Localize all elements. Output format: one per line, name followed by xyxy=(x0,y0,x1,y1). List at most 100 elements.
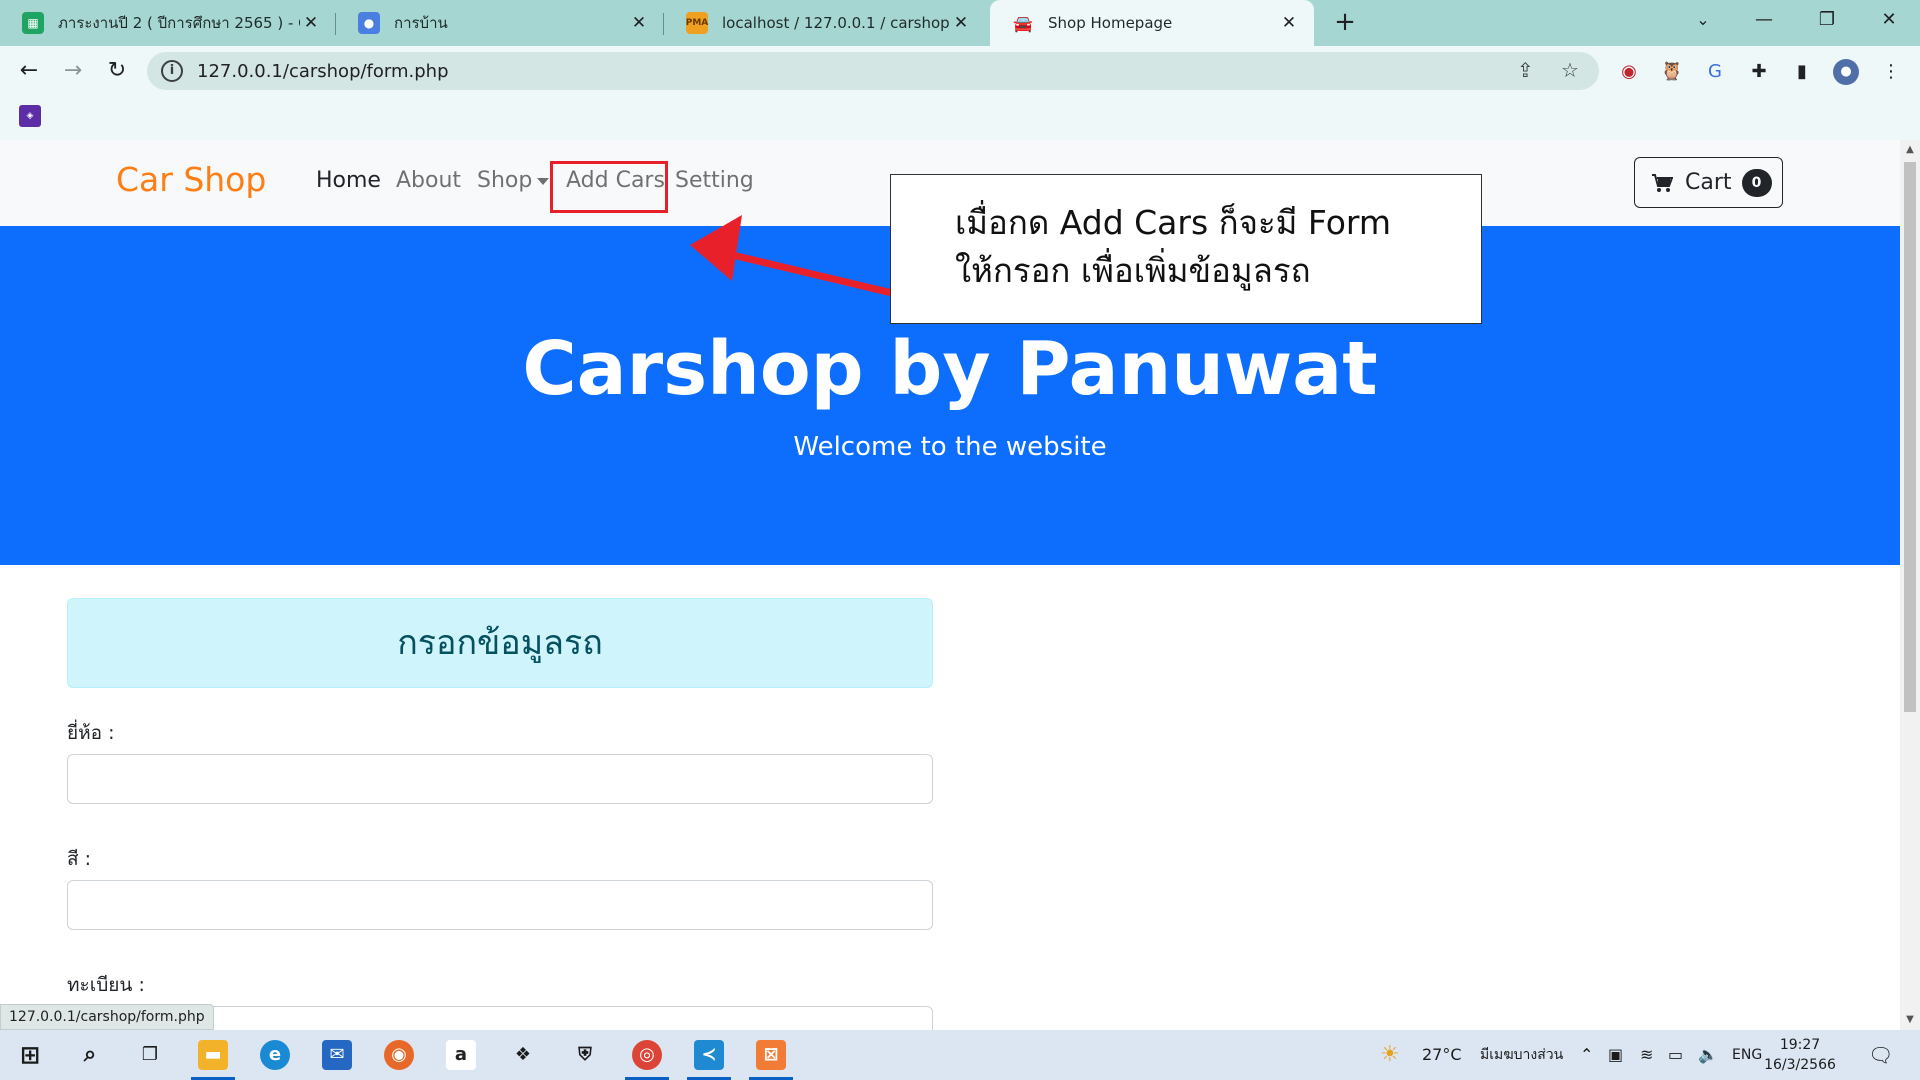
scroll-up-icon[interactable]: ▲ xyxy=(1904,144,1916,156)
clock-time: 19:27 xyxy=(1779,1037,1821,1053)
puzzle-icon[interactable]: ✚ xyxy=(1746,59,1772,85)
hero-title: Carshop by Panuwat xyxy=(522,326,1378,412)
bookmark-star-icon[interactable]: ☆ xyxy=(1561,58,1579,82)
tab-title: Shop Homepage xyxy=(1048,14,1173,32)
link-status-bar: 127.0.0.1/carshop/form.php xyxy=(0,1004,214,1030)
color-label: สี : xyxy=(67,848,92,870)
page-scrollbar[interactable]: ▲ ▼ xyxy=(1900,140,1920,1030)
taskbar-mail[interactable]: ✉ xyxy=(309,1030,365,1080)
page-viewport: Car Shop Home About Shop Add Cars Settin… xyxy=(0,140,1900,1030)
close-icon[interactable]: ✕ xyxy=(950,13,972,33)
wifi-icon[interactable]: ≋ xyxy=(1640,1030,1653,1080)
form-heading: กรอกข้อมูลรถ xyxy=(67,598,933,688)
browser-tab-strip: ▦ ภาระงานปี 2 ( ปีการศึกษา 2565 ) - Goog… xyxy=(0,0,1920,46)
forward-button[interactable]: → xyxy=(58,56,88,86)
brand-label: ยี่ห้อ : xyxy=(67,722,115,744)
amazon-icon: a xyxy=(446,1040,476,1070)
taskbar-dropbox[interactable]: ❖ xyxy=(495,1030,551,1080)
nav-setting[interactable]: Setting xyxy=(675,168,754,193)
cart-count-badge: 0 xyxy=(1741,168,1772,197)
nav-home[interactable]: Home xyxy=(316,168,381,193)
nav-shop-dropdown[interactable]: Shop xyxy=(477,168,550,193)
callout-line-2: ให้กรอก เพื่อเพิ่มข้อมูลรถ xyxy=(955,251,1311,290)
tab-title: ภาระงานปี 2 ( ปีการศึกษา 2565 ) - Goog xyxy=(58,14,300,32)
language-indicator[interactable]: ENG xyxy=(1732,1030,1762,1080)
tab-title: การบ้าน xyxy=(394,14,448,32)
weather-text[interactable]: มีเมฆบางส่วน xyxy=(1480,1030,1563,1080)
notification-icon[interactable]: 🗨 xyxy=(1868,1030,1893,1080)
brand-input[interactable] xyxy=(67,754,933,804)
taskbar-xampp[interactable]: ⊠ xyxy=(743,1030,799,1080)
cart-button[interactable]: Cart 0 xyxy=(1634,157,1783,208)
caret-down-icon xyxy=(537,177,550,185)
clock-date: 16/3/2566 xyxy=(1764,1057,1836,1073)
browser-tab-active[interactable]: 🚘 Shop Homepage ✕ xyxy=(990,0,1314,46)
phpmyadmin-icon: PMA xyxy=(686,12,708,34)
battery-icon[interactable]: ▭ xyxy=(1668,1030,1683,1080)
car-icon: 🚘 xyxy=(1013,13,1033,33)
taskbar-file-explorer[interactable]: ▬ xyxy=(185,1030,241,1080)
windows-taskbar: ⊞ ⌕ ❐ ▬ e ✉ ◉ a ❖ ⛨ ◎ ≺ ⊠ ☀ 27°C มีเมฆบา… xyxy=(0,1030,1920,1080)
xampp-icon: ⊠ xyxy=(756,1040,786,1070)
taskbar-security[interactable]: ⛨ xyxy=(557,1030,613,1080)
start-button[interactable]: ⊞ xyxy=(2,1030,58,1080)
translate-extension-icon[interactable]: G xyxy=(1702,59,1728,85)
side-panel-icon[interactable]: ▮ xyxy=(1789,59,1815,85)
chrome-icon: ◎ xyxy=(632,1040,662,1070)
annotation-callout: เมื่อกด Add Cars ก็จะมี Form ให้กรอก เพื… xyxy=(890,174,1482,324)
vscode-icon: ≺ xyxy=(694,1040,724,1070)
back-button[interactable]: ← xyxy=(14,56,44,86)
weather-icon[interactable]: ☀ xyxy=(1380,1030,1400,1080)
extension-icon[interactable]: ◉ xyxy=(1616,59,1642,85)
taskbar-vscode[interactable]: ≺ xyxy=(681,1030,737,1080)
shield-icon: ⛨ xyxy=(578,1044,592,1065)
color-input[interactable] xyxy=(67,880,933,930)
browser-tab[interactable]: ● การบ้าน ✕ xyxy=(336,0,664,46)
address-url[interactable]: 127.0.0.1/carshop/form.php xyxy=(197,61,449,82)
add-car-form: กรอกข้อมูลรถ ยี่ห้อ : สี : ทะเบียน : xyxy=(67,598,933,1030)
close-icon[interactable]: ✕ xyxy=(1278,13,1300,33)
browser-tab[interactable]: PMA localhost / 127.0.0.1 / carshop / ca… xyxy=(664,0,986,46)
menu-icon[interactable]: ⋮ xyxy=(1878,59,1904,85)
classroom-icon: ● xyxy=(358,12,380,34)
taskbar-amazon[interactable]: a xyxy=(433,1030,489,1080)
address-bar[interactable]: i 127.0.0.1/carshop/form.php ⇪ ☆ xyxy=(147,52,1599,90)
close-icon[interactable]: ✕ xyxy=(628,13,650,33)
share-icon[interactable]: ⇪ xyxy=(1517,58,1534,82)
browser-tab[interactable]: ▦ ภาระงานปี 2 ( ปีการศึกษา 2565 ) - Goog… xyxy=(0,0,336,46)
task-view-button[interactable]: ❐ xyxy=(122,1030,178,1080)
cart-icon xyxy=(1652,173,1673,192)
owl-extension-icon[interactable]: 🦉 xyxy=(1659,59,1685,85)
site-info-icon[interactable]: i xyxy=(161,60,183,82)
scroll-down-icon[interactable]: ▼ xyxy=(1904,1014,1916,1026)
profile-avatar[interactable]: ● xyxy=(1833,59,1859,85)
reload-button[interactable]: ↻ xyxy=(102,56,132,86)
annotation-arrow xyxy=(690,215,893,297)
scrollbar-thumb[interactable] xyxy=(1904,162,1916,712)
taskbar-firefox[interactable]: ◉ xyxy=(371,1030,427,1080)
tray-app-icon[interactable]: ▣ xyxy=(1608,1030,1623,1080)
nav-about[interactable]: About xyxy=(396,168,461,193)
highlight-box xyxy=(550,161,668,213)
volume-icon[interactable]: 🔈 xyxy=(1698,1030,1718,1080)
taskbar-chrome[interactable]: ◎ xyxy=(619,1030,675,1080)
tab-search-icon[interactable]: ⌄ xyxy=(1674,0,1732,40)
new-tab-button[interactable]: + xyxy=(1330,8,1360,38)
search-button[interactable]: ⌕ xyxy=(62,1030,118,1080)
edge-icon: e xyxy=(260,1040,290,1070)
weather-temp[interactable]: 27°C xyxy=(1422,1030,1462,1080)
task-view-icon: ❐ xyxy=(141,1044,159,1065)
window-close-button[interactable]: ✕ xyxy=(1860,0,1918,40)
close-icon[interactable]: ✕ xyxy=(300,13,322,33)
hero-subtitle: Welcome to the website xyxy=(793,432,1107,462)
tray-chevron-icon[interactable]: ⌃ xyxy=(1580,1030,1593,1080)
minimize-button[interactable]: — xyxy=(1735,0,1793,40)
firefox-icon: ◉ xyxy=(384,1040,414,1070)
restore-button[interactable]: ❐ xyxy=(1798,0,1856,40)
system-clock[interactable]: 19:27 16/3/2566 xyxy=(1762,1035,1838,1075)
taskbar-edge[interactable]: e xyxy=(247,1030,303,1080)
bookmark-app-icon[interactable]: ◈ xyxy=(19,105,41,127)
browser-toolbar: ← → ↻ i 127.0.0.1/carshop/form.php ⇪ ☆ ◉… xyxy=(0,46,1920,96)
brand-logo[interactable]: Car Shop xyxy=(116,160,266,199)
windows-icon: ⊞ xyxy=(19,1041,41,1069)
